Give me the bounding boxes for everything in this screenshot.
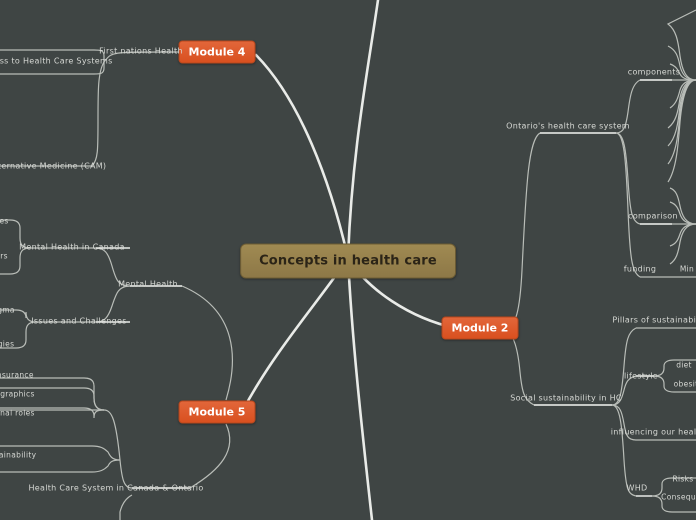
topic-risks[interactable]: Risks	[671, 475, 696, 486]
topic-alternative-medicine-cam[interactable]: Alternative Medicine (CAM)	[0, 162, 108, 173]
topic-mental-health[interactable]: Mental Health	[116, 280, 180, 291]
topic-clipped-sustainability[interactable]: tainability	[0, 451, 38, 462]
root-node[interactable]: Concepts in health care	[240, 243, 456, 279]
topic-clipped-ministry[interactable]: Min	[678, 265, 696, 276]
topic-clipped-es[interactable]: es	[0, 217, 11, 228]
topic-issues-and-challenges[interactable]: Issues and Challenges	[29, 317, 128, 328]
topic-pillars-of-sustainability[interactable]: Pillars of sustainability	[610, 316, 696, 327]
topic-diet[interactable]: diet	[674, 361, 694, 372]
module-node-5[interactable]: Module 5	[178, 400, 256, 424]
topic-access-to-health-care-systems[interactable]: Access to Health Care Systems	[0, 57, 115, 68]
topic-comparison[interactable]: comparison	[626, 212, 680, 223]
module-node-2[interactable]: Module 2	[441, 316, 519, 340]
topic-health-care-system-canada-ontario[interactable]: Health Care System in Canada & Ontario	[26, 484, 205, 495]
topic-insurance[interactable]: Insurance	[0, 371, 36, 382]
topic-clipped-demographics[interactable]: ographics	[0, 390, 37, 401]
topic-social-sustainability-in-hc[interactable]: Social sustainability in HC	[508, 394, 624, 405]
topic-funding[interactable]: funding	[622, 265, 659, 276]
topic-influencing-our-health[interactable]: influencing our health	[609, 428, 696, 439]
topic-clipped-stigma[interactable]: gma	[0, 306, 17, 317]
topic-components[interactable]: components	[626, 68, 682, 79]
module-node-4[interactable]: Module 4	[178, 40, 256, 64]
topic-clipped-professional-roles[interactable]: onal roles	[0, 409, 37, 420]
topic-clipped-rs[interactable]: rs	[0, 252, 10, 263]
topic-mental-health-in-canada[interactable]: Mental Health in Canada	[17, 243, 127, 254]
topic-ontarios-health-care-system[interactable]: Ontario's health care system	[504, 122, 632, 133]
topic-whd[interactable]: WHD	[625, 484, 650, 495]
topic-lifestyle[interactable]: lifestyle	[622, 372, 660, 383]
topic-clipped-strategies[interactable]: gies	[0, 340, 16, 351]
topic-clipped-consequences[interactable]: Conseque	[659, 493, 696, 504]
topic-clipped-obesity[interactable]: obesit	[672, 380, 696, 391]
